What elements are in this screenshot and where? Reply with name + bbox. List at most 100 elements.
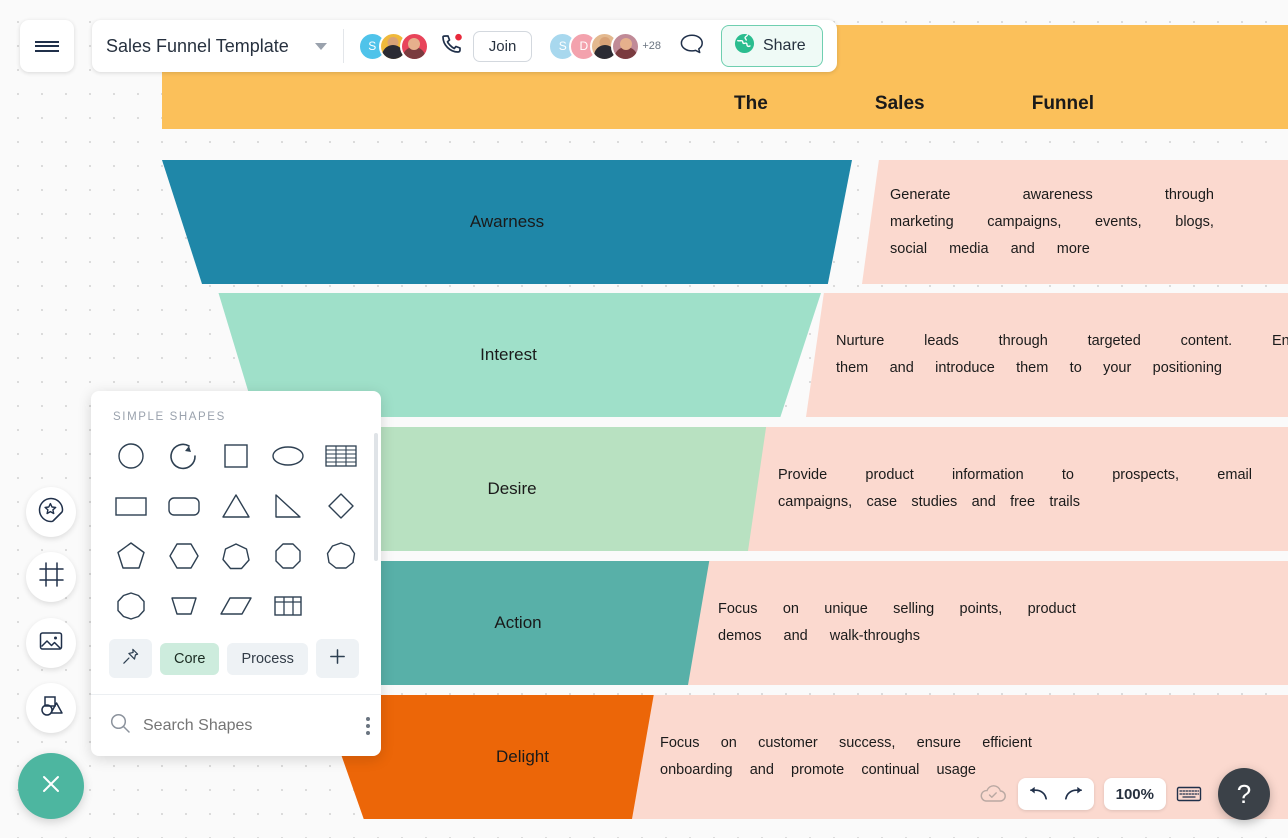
description-line: social media and more [890, 236, 1214, 263]
funnel-description-desire[interactable]: Provide product information to prospects… [748, 427, 1288, 551]
word: trails [1049, 494, 1080, 510]
word: continual [861, 762, 920, 778]
frame-icon [38, 561, 65, 593]
sidebar-item-shape-objects[interactable] [26, 683, 76, 733]
panel-heading: SIMPLE SHAPES [113, 411, 226, 423]
shape-arc[interactable] [157, 433, 209, 479]
keyboard-icon[interactable] [1176, 784, 1202, 804]
word: unique [824, 601, 868, 617]
chevron-down-icon[interactable] [314, 42, 327, 50]
description-line: demos and walk-throughs [718, 623, 1076, 650]
avatar[interactable] [611, 31, 641, 61]
word: more [1056, 240, 1090, 257]
shape-table-lines[interactable] [315, 433, 367, 479]
shape-pentagon[interactable] [105, 533, 157, 579]
tab-add-category[interactable] [315, 639, 359, 678]
shape-nonagon[interactable] [315, 533, 367, 579]
close-panel-button[interactable] [18, 753, 84, 819]
plus-icon [328, 647, 347, 670]
zoom-level[interactable]: 100% [1103, 778, 1166, 810]
word: campaigns, [987, 213, 1062, 230]
shape-circle[interactable] [105, 433, 157, 479]
word: marketing [890, 213, 954, 230]
sidebar-item-shapes-library[interactable] [26, 487, 76, 537]
funnel-description-interest[interactable]: Nurture leads through targeted content. … [806, 293, 1288, 417]
word: information [951, 467, 1024, 483]
avatar[interactable] [399, 31, 429, 61]
funnel-stage-label: Delight [496, 747, 549, 766]
viewers-avatars-group[interactable]: S D +28 [548, 31, 661, 61]
call-icon[interactable] [439, 32, 463, 61]
word: media [949, 240, 989, 257]
tab-core[interactable]: Core [160, 642, 220, 675]
word: on [720, 735, 737, 751]
shape-grid-table[interactable] [262, 583, 314, 629]
funnel-description-action[interactable]: Focus on unique selling points, product … [688, 561, 1288, 685]
divider [342, 29, 344, 63]
image-icon [37, 627, 65, 660]
shape-rounded-rectangle[interactable] [157, 483, 209, 529]
description-line: Nurture leads through targeted content. … [836, 328, 1288, 355]
word: customer [758, 735, 818, 751]
word: awareness [1022, 186, 1093, 203]
presence-avatars-group[interactable]: S [357, 31, 429, 61]
banner-word: Funnel [1031, 93, 1094, 114]
shape-triangle[interactable] [210, 483, 262, 529]
shape-parallelogram[interactable] [210, 583, 262, 629]
panel-scrollbar[interactable] [374, 433, 378, 561]
funnel-stage-label: Interest [480, 345, 537, 364]
shape-rectangle[interactable] [105, 483, 157, 529]
tab-pinned[interactable] [109, 639, 152, 678]
shape-diamond[interactable] [315, 483, 367, 529]
sidebar-item-frame[interactable] [26, 552, 76, 602]
word: product [1027, 601, 1076, 617]
shape-ellipse[interactable] [262, 433, 314, 479]
shape-right-triangle[interactable] [262, 483, 314, 529]
search-input[interactable] [143, 716, 350, 735]
shape-objects-icon [37, 692, 65, 725]
shape-octagon[interactable] [262, 533, 314, 579]
document-title[interactable]: Sales Funnel Template [106, 36, 289, 57]
help-button[interactable]: ? [1218, 768, 1270, 820]
description-line: Focus on unique selling points, product [718, 596, 1076, 623]
word: social [890, 240, 928, 257]
description-line: marketing campaigns, events, blogs, [890, 209, 1214, 236]
tab-process[interactable]: Process [227, 642, 308, 675]
word: onboarding [660, 762, 733, 778]
word: blogs, [1175, 213, 1214, 230]
word: through [1164, 186, 1214, 203]
funnel-stage-label: Desire [487, 479, 537, 498]
funnel-description-awarness[interactable]: Generate awareness through marketing cam… [862, 160, 1288, 284]
shape-square[interactable] [210, 433, 262, 479]
shape-decagon[interactable] [105, 583, 157, 629]
word: to [1069, 360, 1082, 376]
description-line: Provide product information to prospects… [778, 462, 1252, 489]
word: positioning [1152, 360, 1222, 376]
funnel-stage-awarness[interactable]: Awarness [162, 160, 852, 284]
word: Provide [778, 467, 828, 483]
sidebar-item-image[interactable] [26, 618, 76, 668]
search-icon [109, 712, 131, 739]
word: prospects, [1112, 467, 1180, 483]
word: targeted [1087, 333, 1141, 349]
banner-title: The Sales Funnel [734, 93, 1094, 115]
shape-heptagon[interactable] [210, 533, 262, 579]
join-button[interactable]: Join [472, 30, 533, 62]
share-label: Share [762, 37, 806, 54]
word: your [1103, 360, 1132, 376]
word: leads [924, 333, 959, 349]
word: studies [911, 494, 958, 510]
undo-icon[interactable] [1028, 785, 1049, 803]
word: Generate [890, 186, 951, 203]
cloud-saved-icon[interactable] [978, 783, 1008, 805]
more-options-icon[interactable] [362, 713, 374, 739]
shape-hexagon[interactable] [157, 533, 209, 579]
word: and [889, 360, 914, 376]
share-button[interactable]: Share [720, 25, 823, 67]
shape-trapezoid[interactable] [157, 583, 209, 629]
comment-icon[interactable] [679, 32, 705, 61]
redo-icon[interactable] [1063, 785, 1084, 803]
menu-button[interactable] [20, 20, 74, 72]
shape-search-bar[interactable] [91, 694, 381, 756]
description-line: them and introduce them to your position… [836, 355, 1288, 382]
